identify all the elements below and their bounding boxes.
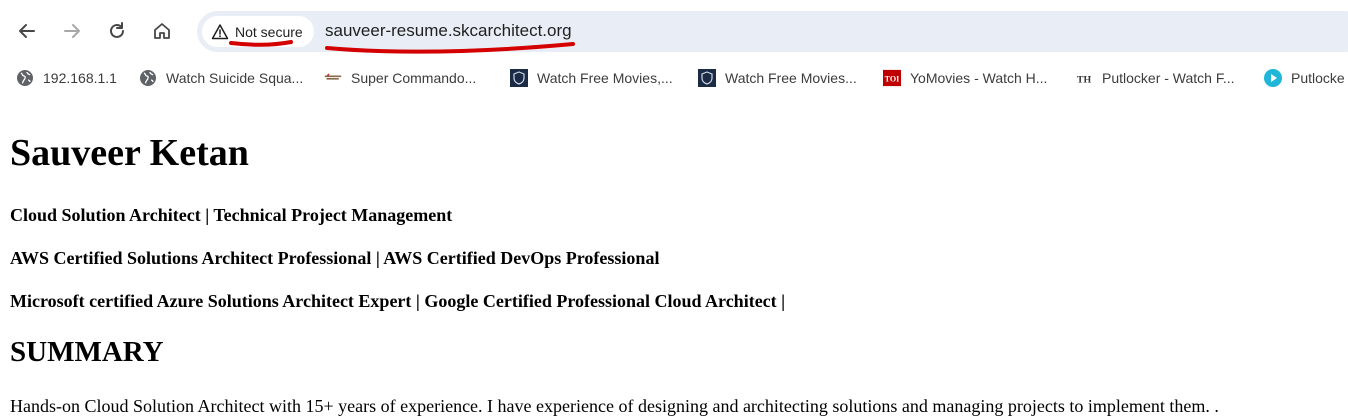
play-icon: [1264, 69, 1282, 87]
url-text[interactable]: sauveer-resume.skcarchitect.org: [325, 21, 572, 41]
bookmark-label: YoMovies - Watch H...: [910, 70, 1048, 86]
bookmark-label: Watch Suicide Squa...: [166, 70, 304, 86]
svg-text:TH: TH: [1077, 75, 1092, 86]
bookmark-item[interactable]: Watch Free Movies,...: [510, 67, 673, 89]
bookmark-item[interactable]: Watch Suicide Squa...: [139, 67, 303, 89]
forward-icon: [64, 24, 80, 38]
back-icon: [19, 24, 35, 38]
security-label: Not secure: [235, 23, 303, 40]
address-bar[interactable]: Not secure sauveer-resume.skcarchitect.o…: [197, 11, 1348, 52]
reload-button[interactable]: [100, 14, 134, 48]
reload-icon: [110, 22, 124, 38]
back-button[interactable]: [10, 14, 44, 48]
warning-icon: [211, 23, 229, 39]
shield-icon: [510, 69, 528, 87]
bookmark-label: Putlocker - Watch F...: [1102, 70, 1235, 86]
bookmark-item[interactable]: 192.168.1.1: [16, 67, 117, 89]
bookmarks-bar: 192.168.1.1 Watch Suicide Squa... Super …: [0, 62, 1348, 94]
site-icon: [324, 69, 342, 87]
forward-button[interactable]: [55, 14, 89, 48]
browser-toolbar: Not secure sauveer-resume.skcarchitect.o…: [0, 0, 1348, 62]
bookmark-label: Super Commando...: [351, 70, 477, 86]
svg-text:TOI: TOI: [885, 75, 900, 84]
bookmark-label: Watch Free Movies,...: [537, 70, 673, 86]
toi-icon: TOI: [883, 69, 901, 87]
role-line: Cloud Solution Architect | Technical Pro…: [10, 205, 453, 225]
bookmark-label: 192.168.1.1: [43, 70, 117, 86]
summary-text: Hands-on Cloud Solution Architect with 1…: [10, 396, 1219, 416]
certification-line: AWS Certified Solutions Architect Profes…: [10, 248, 660, 268]
home-button[interactable]: [145, 14, 179, 48]
page-title: Sauveer Ketan: [10, 132, 249, 174]
globe-icon: [139, 69, 157, 87]
bookmark-item[interactable]: Putlocke: [1264, 67, 1345, 89]
certification-line: Microsoft certified Azure Solutions Arch…: [10, 291, 786, 311]
bookmark-label: Putlocke: [1291, 70, 1345, 86]
bookmark-item[interactable]: TH Putlocker - Watch F...: [1075, 67, 1235, 89]
security-indicator[interactable]: Not secure: [202, 16, 314, 47]
bookmark-item[interactable]: TOI YoMovies - Watch H...: [883, 67, 1047, 89]
globe-icon: [16, 69, 34, 87]
bookmark-item[interactable]: Watch Free Movies...: [698, 67, 857, 89]
bookmark-item[interactable]: Super Commando...: [324, 67, 476, 89]
home-icon: [154, 23, 170, 39]
th-icon: TH: [1075, 69, 1093, 87]
bookmark-label: Watch Free Movies...: [725, 70, 857, 86]
summary-heading: SUMMARY: [10, 336, 164, 368]
shield-icon: [698, 69, 716, 87]
